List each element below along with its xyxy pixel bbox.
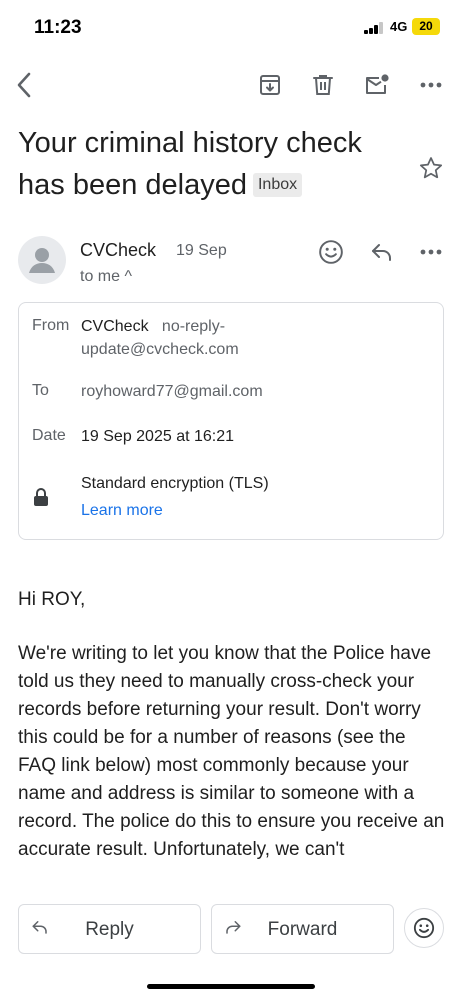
status-bar: 11:23 4G 20 (0, 0, 462, 56)
star-icon (419, 157, 443, 179)
email-body: Hi ROY, We're writing to let you know th… (18, 586, 446, 864)
mark-unread-icon (366, 74, 389, 94)
learn-more-link[interactable]: Learn more (81, 502, 163, 520)
subject-text: Your criminal history check has been del… (18, 127, 362, 201)
sender-date: 19 Sep (176, 242, 227, 259)
avatar[interactable] (18, 236, 66, 284)
archive-icon (260, 75, 280, 95)
to-value: royhoward77@gmail.com (81, 380, 263, 403)
sender-row: CVCheck 19 Sep to me ^ (18, 236, 448, 292)
forward-button[interactable]: Forward (211, 904, 394, 954)
emoji-icon (413, 917, 435, 939)
network-label: 4G (390, 19, 408, 34)
email-subject: Your criminal history check has been del… (18, 122, 408, 206)
person-icon (29, 248, 55, 273)
date-label: Date (32, 427, 66, 444)
forward-label: Forward (267, 919, 338, 940)
delete-button[interactable] (306, 68, 340, 102)
mark-unread-button[interactable] (360, 68, 394, 102)
inbox-label[interactable]: Inbox (252, 173, 303, 197)
back-icon (17, 72, 31, 98)
to-email[interactable]: royhoward77@gmail.com (81, 383, 263, 400)
date-value: 19 Sep 2025 at 16:21 (81, 428, 235, 445)
signal-icon (364, 22, 386, 34)
more-icon (420, 249, 442, 255)
status-time: 11:23 (34, 17, 82, 38)
body-paragraph: We're writing to let you know that the P… (18, 643, 445, 860)
sender-name[interactable]: CVCheck (80, 240, 156, 261)
message-details-card: From CVCheck no-reply-update@cvcheck.com… (18, 302, 444, 540)
to-label: To (32, 382, 49, 399)
reply-quick-button[interactable] (365, 235, 399, 269)
emoji-react-button[interactable] (404, 908, 444, 948)
from-label: From (32, 317, 70, 334)
react-button[interactable] (314, 235, 348, 269)
home-indicator (147, 984, 315, 989)
emoji-icon (319, 240, 343, 264)
greeting: Hi ROY, (18, 589, 86, 610)
battery-level: 20 (412, 18, 440, 35)
trash-icon (313, 75, 333, 95)
reply-label: Reply (85, 919, 134, 940)
archive-button[interactable] (253, 68, 287, 102)
back-button[interactable] (8, 68, 42, 102)
toolbar (0, 60, 462, 110)
more-icon (420, 82, 442, 88)
star-button[interactable] (418, 155, 444, 181)
more-options-button[interactable] (414, 68, 448, 102)
from-name: CVCheck (81, 318, 149, 335)
encryption-text: Standard encryption (TLS) (81, 475, 269, 492)
lock-icon (34, 488, 48, 506)
message-more-button[interactable] (414, 235, 448, 269)
reply-button[interactable]: Reply (18, 904, 201, 954)
from-value: CVCheck no-reply-update@cvcheck.com (81, 315, 311, 361)
reply-icon (372, 244, 391, 261)
recipient-toggle[interactable]: to me ^ (80, 268, 132, 286)
scroll-fade (0, 870, 462, 900)
